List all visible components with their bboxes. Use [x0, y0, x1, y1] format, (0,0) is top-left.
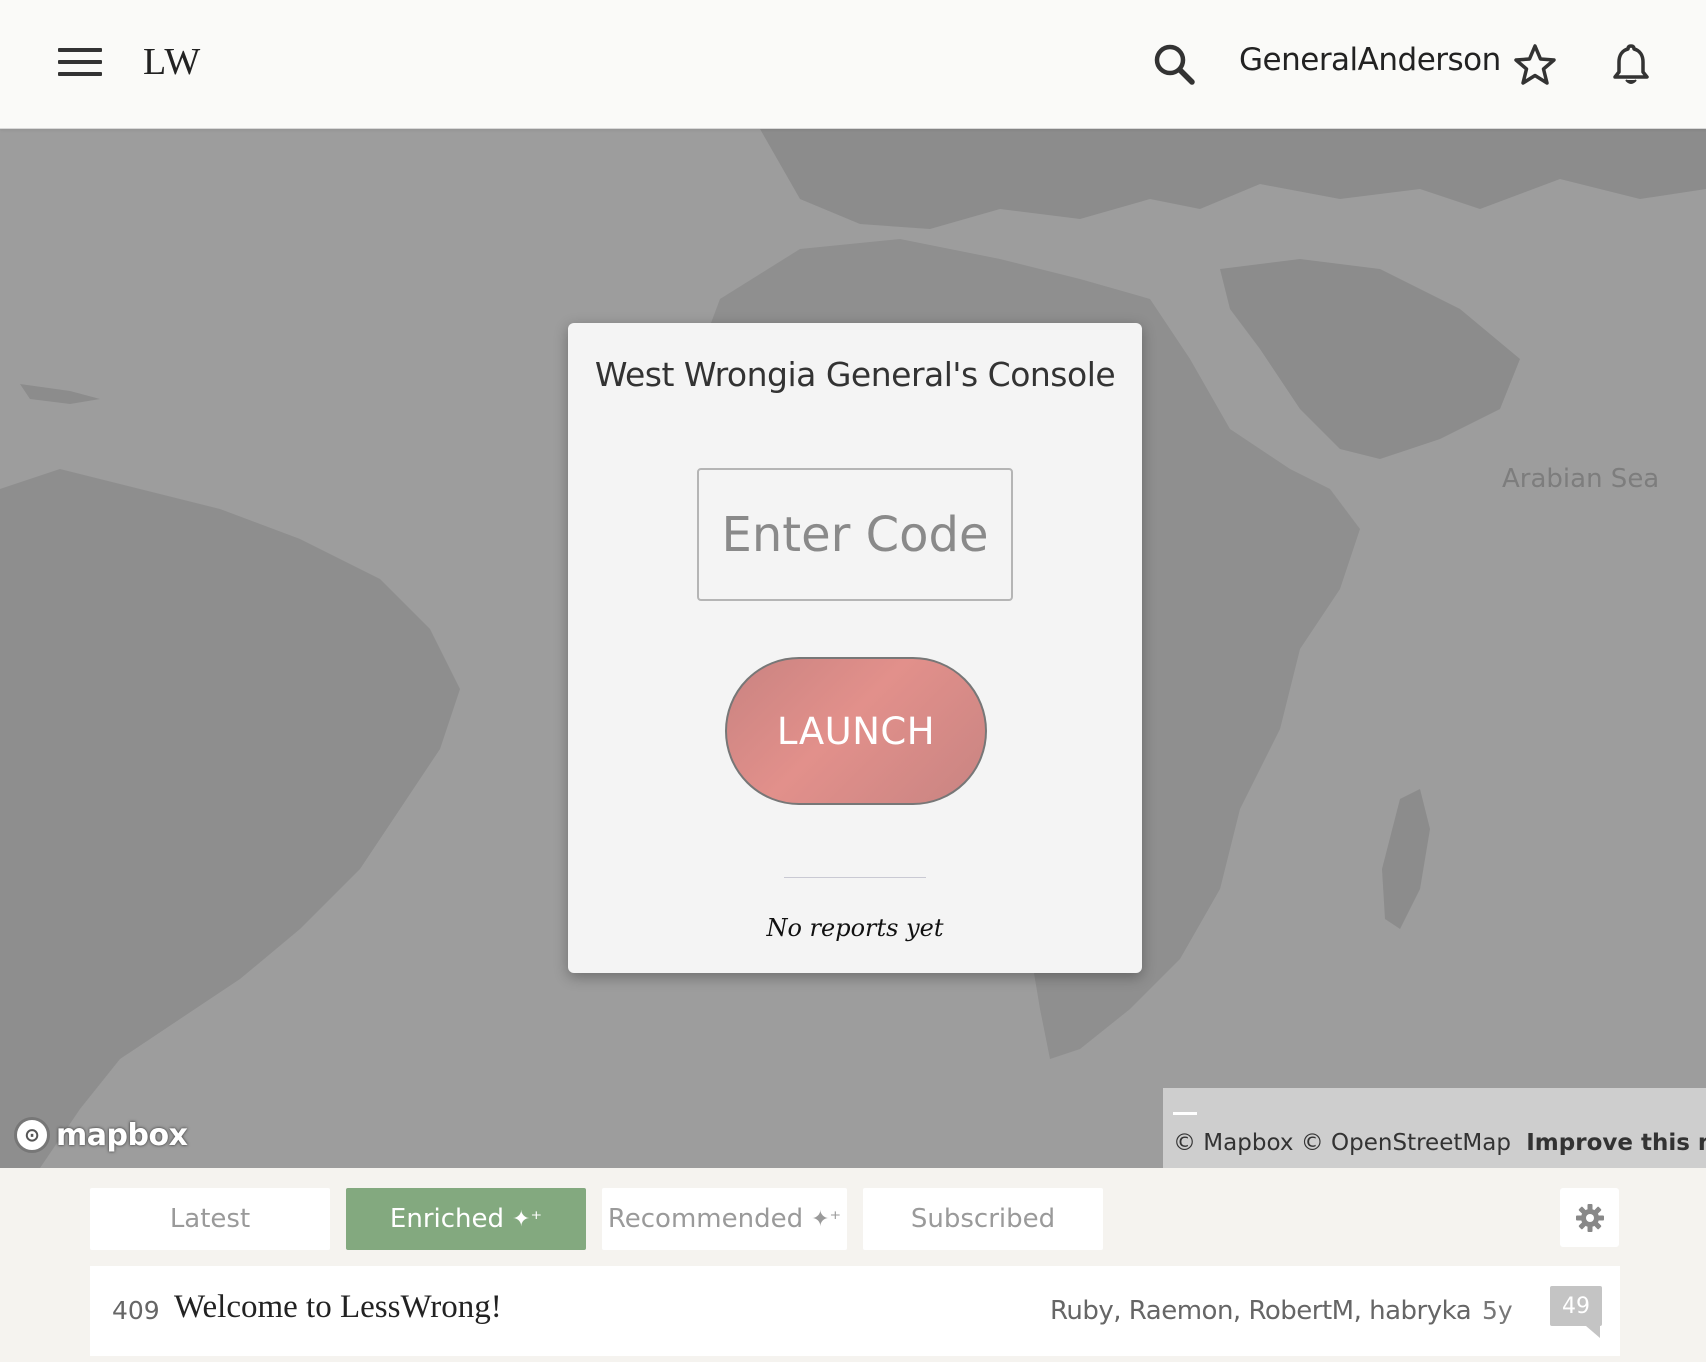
reports-status: No reports yet — [766, 914, 944, 942]
bell-icon[interactable] — [1606, 40, 1656, 90]
post-karma: 409 — [112, 1296, 160, 1325]
hamburger-menu-icon[interactable] — [58, 48, 102, 80]
map-attribution: © Mapbox © OpenStreetMap Improve this ma… — [1163, 1088, 1706, 1168]
post-age: 5y — [1482, 1296, 1513, 1325]
improve-map-link[interactable]: Improve this map — [1526, 1130, 1706, 1156]
osm-attribution-link[interactable]: © OpenStreetMap — [1301, 1130, 1511, 1156]
tab-label: Enriched — [389, 1204, 505, 1234]
tab-enriched[interactable]: Enriched ✦⁺ — [346, 1188, 586, 1250]
search-icon[interactable] — [1150, 40, 1200, 90]
sparkle-icon: ✦⁺ — [811, 1206, 842, 1232]
post-authors[interactable]: Ruby, Raemon, RobertM, habryka — [1050, 1296, 1472, 1326]
site-logo[interactable]: LW — [143, 40, 201, 84]
post-item[interactable]: 409 Welcome to LessWrong! Ruby, Raemon, … — [90, 1266, 1620, 1356]
comment-count-badge[interactable]: 49 — [1550, 1286, 1602, 1338]
tab-latest[interactable]: Latest — [90, 1188, 330, 1250]
tab-label: Recommended — [607, 1204, 804, 1234]
console-divider — [784, 877, 926, 878]
post-title-link[interactable]: Welcome to LessWrong! — [174, 1289, 502, 1326]
map-scale-bar — [1173, 1112, 1197, 1115]
top-header: LW GeneralAnderson — [0, 0, 1706, 129]
mapbox-logo-text: mapbox — [56, 1117, 188, 1153]
mapbox-attribution-link[interactable]: © Mapbox — [1173, 1130, 1293, 1156]
mapbox-logo[interactable]: ⊙ mapbox — [14, 1113, 188, 1157]
tab-recommended[interactable]: Recommended ✦⁺ — [602, 1188, 847, 1250]
tab-label: Latest — [169, 1204, 251, 1234]
launch-button[interactable]: LAUNCH — [725, 657, 987, 805]
tab-subscribed[interactable]: Subscribed — [863, 1188, 1103, 1250]
console-title: West Wrongia General's Console — [594, 355, 1116, 394]
enter-code-input[interactable] — [697, 468, 1013, 601]
gear-icon[interactable] — [1560, 1188, 1619, 1247]
tab-label: Subscribed — [910, 1204, 1056, 1234]
username-link[interactable]: GeneralAnderson — [1239, 42, 1501, 78]
sea-label: Arabian Sea — [1502, 464, 1660, 494]
general-console-dialog: West Wrongia General's Console LAUNCH No… — [568, 323, 1142, 973]
sparkle-icon: ✦⁺ — [512, 1206, 543, 1232]
mapbox-logo-icon: ⊙ — [14, 1117, 50, 1153]
page: LW GeneralAnderson Arabian Sea ⊙ mapbox … — [0, 0, 1706, 1362]
star-icon[interactable] — [1510, 40, 1560, 90]
